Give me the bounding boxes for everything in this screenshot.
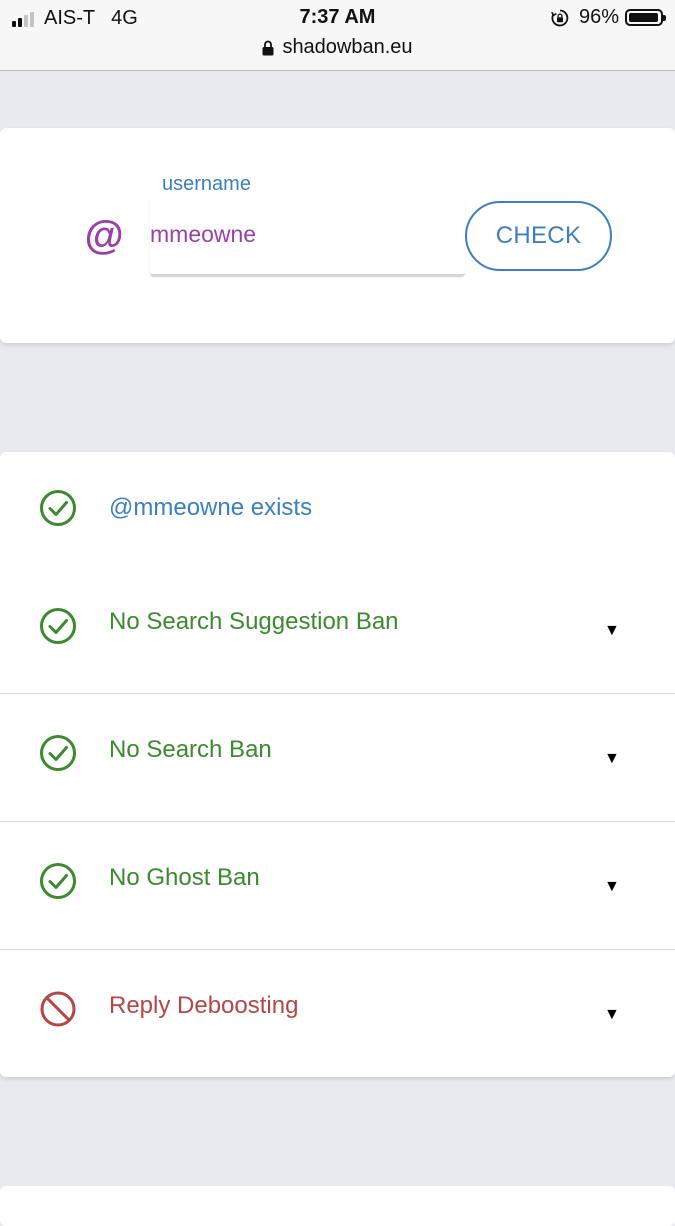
triangle-down-icon[interactable]: ▼: [604, 878, 620, 896]
result-text: Reply Deboosting: [109, 992, 299, 1019]
browser-top-bar: AIS-T 4G 7:37 AM 96% shadowban.eu: [0, 0, 675, 71]
status-bar-right: 96%: [551, 6, 666, 29]
username-value: mmeowne: [150, 221, 257, 247]
next-card-partial: [0, 1186, 675, 1226]
results-card: @mmeowne exists No Search Suggestion Ban…: [0, 452, 675, 1077]
result-row-exists: @mmeowne exists: [0, 452, 675, 580]
check-circle-icon: [40, 863, 76, 899]
at-symbol: @: [84, 214, 124, 258]
rotation-lock-icon: [551, 9, 569, 26]
result-row-search-ban[interactable]: No Search Ban ▼: [0, 693, 675, 821]
prohibited-icon: [40, 991, 76, 1027]
result-text: No Search Suggestion Ban: [109, 608, 399, 635]
url-text: shadowban.eu: [282, 36, 413, 58]
triangle-down-icon[interactable]: ▼: [604, 622, 620, 640]
lock-icon: [262, 40, 274, 55]
battery-percentage: 96%: [578, 6, 619, 28]
result-text: No Search Ban: [109, 736, 272, 763]
battery-icon: [625, 9, 666, 26]
check-circle-icon: [40, 608, 76, 644]
check-circle-icon: [40, 735, 76, 771]
username-input[interactable]: mmeowne: [150, 193, 465, 277]
triangle-down-icon[interactable]: ▼: [604, 1006, 620, 1024]
check-button[interactable]: CHECK: [465, 201, 612, 271]
address-bar[interactable]: shadowban.eu: [0, 36, 675, 59]
check-circle-icon: [40, 490, 76, 526]
result-row-ghost-ban[interactable]: No Ghost Ban ▼: [0, 821, 675, 949]
result-row-reply-deboosting[interactable]: Reply Deboosting ▼: [0, 949, 675, 1078]
triangle-down-icon[interactable]: ▼: [604, 750, 620, 768]
username-search-card: @ username mmeowne CHECK: [0, 128, 675, 343]
result-text: No Ghost Ban: [109, 864, 260, 891]
result-row-search-suggestion-ban[interactable]: No Search Suggestion Ban ▼: [0, 580, 675, 693]
result-text: @mmeowne exists: [109, 494, 313, 521]
